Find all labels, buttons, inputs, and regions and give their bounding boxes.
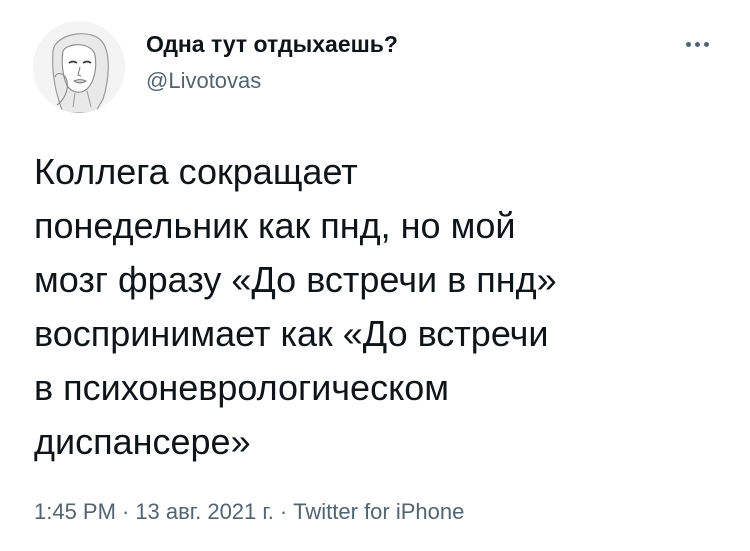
avatar-portrait-image	[33, 21, 125, 113]
tweet-author: Одна тут отдыхаешь? @Livotovas	[146, 30, 398, 96]
avatar[interactable]	[33, 21, 125, 113]
tweet-time[interactable]: 1:45 PM	[34, 499, 116, 524]
meta-separator: ·	[279, 499, 288, 524]
tweet-date[interactable]: 13 авг. 2021 г.	[135, 499, 274, 524]
more-options-dot	[704, 42, 709, 47]
meta-separator: ·	[121, 499, 130, 524]
tweet-text: Коллега сокращает понедельник как пнд, н…	[34, 151, 557, 462]
tweet-source[interactable]: Twitter for iPhone	[293, 499, 464, 524]
author-display-name[interactable]: Одна тут отдыхаешь?	[146, 30, 398, 58]
more-options-dot	[695, 42, 700, 47]
more-options-dot	[686, 42, 691, 47]
tweet-meta: 1:45 PM · 13 авг. 2021 г. · Twitter for iPho…	[34, 497, 464, 527]
author-handle[interactable]: @Livotovas	[146, 66, 398, 96]
more-options-icon[interactable]	[678, 34, 718, 54]
tweet-card: Одна тут отдыхаешь? @Livotovas Коллега с…	[0, 0, 750, 551]
